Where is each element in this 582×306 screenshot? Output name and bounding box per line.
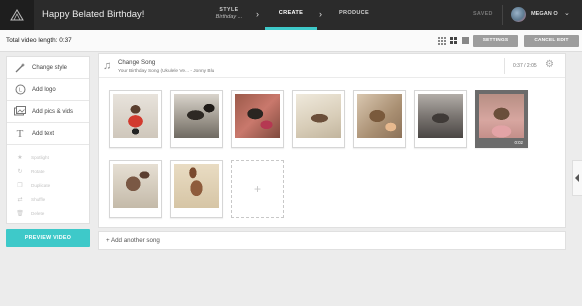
star-icon: ★ bbox=[17, 155, 23, 161]
image-icon bbox=[14, 106, 26, 118]
dog-photo-thumbnail bbox=[418, 94, 463, 138]
sidebar-item-add-pics[interactable]: Add pics & vids bbox=[7, 101, 89, 123]
svg-text:L: L bbox=[18, 88, 21, 94]
sidebar-item-add-text[interactable]: T Add text bbox=[7, 123, 89, 145]
sidebar-item-label: Change style bbox=[32, 64, 68, 71]
dog-photo-thumbnail bbox=[296, 94, 341, 138]
small-grid-view-icon[interactable] bbox=[438, 37, 446, 45]
chevron-right-icon: › bbox=[319, 9, 322, 19]
media-tile-2[interactable] bbox=[170, 90, 223, 148]
divider bbox=[502, 5, 503, 25]
sidebar-item-add-logo[interactable]: L Add logo bbox=[7, 79, 89, 101]
sidebar-item-label: Add text bbox=[32, 130, 55, 137]
music-note-icon: ♫ bbox=[103, 60, 112, 72]
sidebar-item-label: Add pics & vids bbox=[32, 108, 74, 115]
video-length: Total video length: 0:37 bbox=[6, 37, 72, 44]
sidebar: Change style L Add logo Add pics & vids … bbox=[6, 56, 90, 224]
app-logo[interactable] bbox=[0, 0, 34, 30]
duplicate-icon: ❐ bbox=[17, 183, 23, 189]
dog-photo-thumbnail bbox=[113, 94, 158, 138]
step-produce[interactable]: PRODUCE bbox=[334, 0, 374, 30]
add-media-tile[interactable]: + bbox=[231, 160, 284, 218]
step-style-sub: Birthday ... bbox=[215, 14, 243, 20]
dog-photo-thumbnail bbox=[357, 94, 402, 138]
logo-icon: L bbox=[14, 84, 26, 96]
rotate-icon: ↻ bbox=[17, 169, 23, 175]
sidebar-item-label: Add logo bbox=[32, 86, 56, 93]
top-bar: Happy Belated Birthday! STYLE Birthday .… bbox=[0, 0, 582, 30]
dog-photo-thumbnail bbox=[174, 94, 219, 138]
media-tile-3[interactable] bbox=[231, 90, 284, 148]
saved-status: SAVED bbox=[473, 11, 493, 17]
sidebar-item-change-style[interactable]: Change style bbox=[7, 57, 89, 79]
media-tile-1[interactable] bbox=[109, 90, 162, 148]
chevron-right-icon: › bbox=[256, 9, 259, 19]
dog-photo-thumbnail bbox=[113, 164, 158, 208]
avatar[interactable] bbox=[511, 7, 526, 22]
plus-icon: + bbox=[253, 182, 261, 196]
divider bbox=[504, 58, 505, 74]
preview-video-button[interactable]: PREVIEW VIDEO bbox=[6, 229, 90, 247]
media-tile-8[interactable] bbox=[109, 160, 162, 218]
clip-duration-badge: 0:02 bbox=[514, 140, 523, 145]
logo-icon bbox=[10, 9, 24, 21]
media-tile-9[interactable] bbox=[170, 160, 223, 218]
sidebar-item-delete: 🗑 Delete bbox=[7, 207, 89, 220]
chevron-down-icon[interactable]: ⌄ bbox=[564, 9, 570, 17]
text-icon: T bbox=[16, 127, 24, 140]
collapse-panel-tab[interactable] bbox=[572, 160, 582, 196]
dog-photo-thumbnail bbox=[235, 94, 280, 138]
change-song-link[interactable]: Change Song bbox=[118, 59, 155, 66]
song-name: Your Birthday Song (Ukulele Ve... - Jonn… bbox=[118, 69, 215, 74]
large-grid-view-icon[interactable] bbox=[462, 37, 469, 44]
sidebar-item-shuffle: ⇄ Shuffle bbox=[7, 193, 89, 206]
sidebar-item-spotlight: ★ Spotlight bbox=[7, 151, 89, 164]
media-tile-7-selected[interactable]: 0:02 bbox=[475, 90, 528, 148]
song-header: ♫ Change Song Your Birthday Song (Ukulel… bbox=[99, 54, 565, 78]
song-time: 0:37 / 2:05 bbox=[513, 63, 537, 69]
sidebar-item-label: Shuffle bbox=[31, 197, 46, 202]
project-title[interactable]: Happy Belated Birthday! bbox=[42, 0, 144, 30]
chevron-left-icon bbox=[575, 174, 579, 182]
shuffle-icon: ⇄ bbox=[17, 197, 23, 203]
sidebar-item-label: Duplicate bbox=[31, 183, 51, 188]
gear-icon[interactable]: ⚙ bbox=[545, 59, 554, 70]
media-tile-6[interactable] bbox=[414, 90, 467, 148]
add-another-song-button[interactable]: + Add another song bbox=[98, 231, 566, 250]
media-tile-5[interactable] bbox=[353, 90, 406, 148]
step-create[interactable]: CREATE bbox=[265, 0, 317, 30]
sidebar-item-label: Delete bbox=[31, 211, 45, 216]
trash-icon: 🗑 bbox=[16, 211, 24, 217]
song-panel: ♫ Change Song Your Birthday Song (Ukulel… bbox=[98, 53, 566, 228]
medium-grid-view-icon[interactable] bbox=[450, 37, 457, 44]
step-style-label: STYLE bbox=[219, 7, 239, 13]
dog-photo-thumbnail bbox=[174, 164, 219, 208]
user-name[interactable]: MEGAN O bbox=[531, 0, 558, 29]
dog-photo-thumbnail bbox=[479, 94, 524, 138]
sidebar-item-label: Rotate bbox=[31, 169, 45, 174]
toolbar: Total video length: 0:37 SETTINGS CANCEL… bbox=[0, 30, 582, 52]
sidebar-item-duplicate: ❐ Duplicate bbox=[7, 179, 89, 192]
step-style[interactable]: STYLE Birthday ... bbox=[208, 0, 250, 30]
sidebar-item-rotate: ↻ Rotate bbox=[7, 165, 89, 178]
wand-icon bbox=[14, 62, 26, 74]
cancel-edit-button[interactable]: CANCEL EDIT bbox=[524, 35, 579, 47]
media-tile-4[interactable] bbox=[292, 90, 345, 148]
settings-button[interactable]: SETTINGS bbox=[473, 35, 518, 47]
sidebar-item-label: Spotlight bbox=[31, 155, 49, 160]
